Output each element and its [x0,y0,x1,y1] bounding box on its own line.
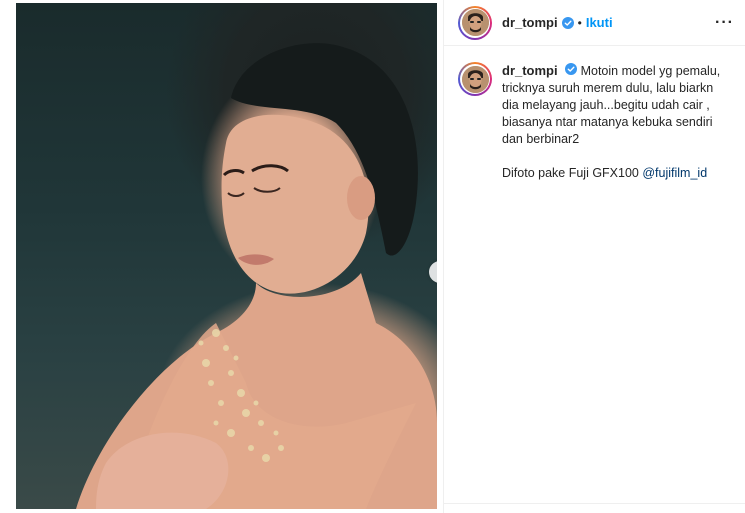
caption-paragraph-gap [502,148,734,165]
divider [444,503,745,504]
avatar-image [461,9,489,36]
follow-button[interactable]: Ikuti [586,15,613,30]
verified-badge-icon [565,63,578,75]
avatar-border [460,7,490,38]
header-separator: • [577,15,582,30]
mention-link[interactable]: @fujifilm_id [642,166,707,180]
caption-line-1: Motoin model yg pemalu, [580,64,721,78]
caption-avatar-border [460,64,490,94]
caption-avatar[interactable] [458,62,492,96]
profile-photo-icon [461,9,489,36]
verified-badge-icon [561,16,574,29]
more-options-icon[interactable]: ··· [715,14,734,32]
caption-first-line: dr_tompi Motoin model yg pemalu, [502,62,734,80]
chevron-right-icon [435,267,437,277]
caption-line-2: tricknya suruh merem dulu, lalu biarkn [502,81,714,95]
post-side-panel: dr_tompi • Ikuti ··· dr_tompi Motoin mod… [443,0,745,513]
caption-username[interactable]: dr_tompi [502,63,558,78]
header-username[interactable]: dr_tompi [502,15,558,30]
portrait-illustration [76,43,437,509]
caption-line-3: dia melayang jauh...begitu udah cair , [502,98,710,112]
profile-photo-icon [461,65,489,93]
caption-block: dr_tompi Motoin model yg pemalu, trickny… [444,46,745,182]
post-header: dr_tompi • Ikuti ··· [444,0,745,46]
caption-avatar-image [461,65,489,93]
caption-line-5: dan berbinar2 [502,132,580,146]
caption-line-4: biasanya ntar matanya kebuka sendiri [502,115,713,129]
caption-camera-text: Difoto pake Fuji GFX100 [502,166,643,180]
caption-text: dr_tompi Motoin model yg pemalu, trickny… [502,62,734,182]
post-photo[interactable] [16,3,437,509]
avatar[interactable] [458,5,492,40]
caption-paragraph-2: Difoto pake Fuji GFX100 @fujifilm_id [502,165,734,182]
